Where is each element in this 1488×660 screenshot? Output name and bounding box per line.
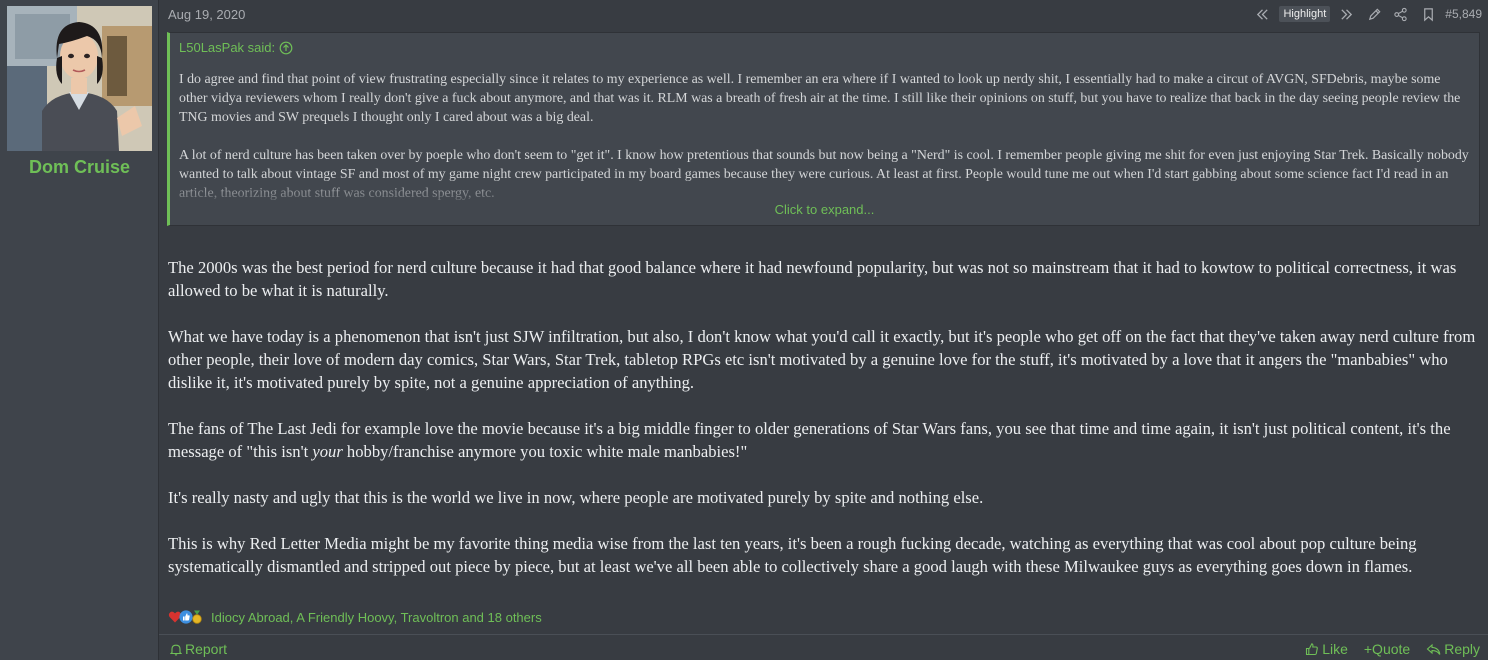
edit-pencil-icon[interactable]	[1366, 6, 1382, 22]
post-body: The 2000s was the best period for nerd c…	[168, 256, 1480, 601]
quote-author-label: L50LasPak said:	[179, 40, 276, 55]
quote-paragraph: I do agree and find that point of view f…	[179, 72, 1461, 125]
username[interactable]: Dom Cruise	[0, 157, 159, 178]
post-main: Aug 19, 2020 Highlight #5,849 L50LasPak …	[159, 0, 1488, 660]
reply-label: Reply	[1444, 641, 1480, 657]
quote-fade	[170, 175, 1479, 225]
body-paragraph: It's really nasty and ugly that this is …	[168, 488, 984, 507]
body-paragraph: The 2000s was the best period for nerd c…	[168, 258, 1457, 300]
body-text: hobby/franchise anymore you toxic white …	[342, 442, 748, 461]
body-paragraph: What we have today is a phenomenon that …	[168, 327, 1476, 392]
post-header: Aug 19, 2020 Highlight #5,849	[159, 0, 1488, 28]
highlight-button[interactable]: Highlight	[1279, 6, 1331, 22]
medal-icon	[192, 610, 202, 624]
footer-right-actions: Like +Quote Reply	[1289, 641, 1480, 657]
avatar-illustration	[7, 6, 152, 151]
reaction-users-link[interactable]: Idiocy Abroad, A Friendly Hoovy, Travolt…	[211, 610, 542, 625]
quote-button[interactable]: +Quote	[1364, 641, 1410, 657]
body-paragraph: This is why Red Letter Media might be my…	[168, 534, 1417, 576]
arrow-up-circle-icon[interactable]	[279, 41, 293, 55]
reaction-icons[interactable]	[168, 610, 202, 624]
thumbs-up-icon	[1306, 643, 1319, 656]
post-tools: Highlight #5,849	[1254, 4, 1482, 24]
reply-arrow-icon	[1426, 643, 1441, 655]
post-footer: Report Like +Quote Reply	[159, 634, 1488, 660]
bell-icon	[170, 644, 182, 656]
user-avatar[interactable]	[7, 6, 152, 151]
like-label: Like	[1322, 641, 1348, 657]
report-label: Report	[185, 641, 228, 657]
next-highlight-icon[interactable]	[1338, 6, 1354, 22]
user-sidebar: Dom Cruise	[0, 0, 159, 660]
body-paragraph: The fans of The Last Jedi for example lo…	[168, 417, 1480, 463]
reactions-bar: Idiocy Abroad, A Friendly Hoovy, Travolt…	[168, 607, 542, 627]
bookmark-icon[interactable]	[1420, 6, 1436, 22]
quote-author[interactable]: L50LasPak said:	[179, 40, 293, 55]
reply-button[interactable]: Reply	[1426, 641, 1480, 657]
report-button[interactable]: Report	[170, 641, 227, 657]
click-to-expand-link[interactable]: Click to expand...	[170, 202, 1479, 217]
like-button[interactable]: Like	[1305, 641, 1348, 657]
share-icon[interactable]	[1392, 6, 1408, 22]
post-number[interactable]: #5,849	[1445, 7, 1482, 21]
quote-block: L50LasPak said: I do agree and find that…	[167, 32, 1480, 226]
body-emphasis: your	[312, 442, 343, 461]
post-date[interactable]: Aug 19, 2020	[168, 7, 245, 22]
footer-left-actions: Report	[170, 641, 227, 657]
previous-highlight-icon[interactable]	[1254, 6, 1270, 22]
